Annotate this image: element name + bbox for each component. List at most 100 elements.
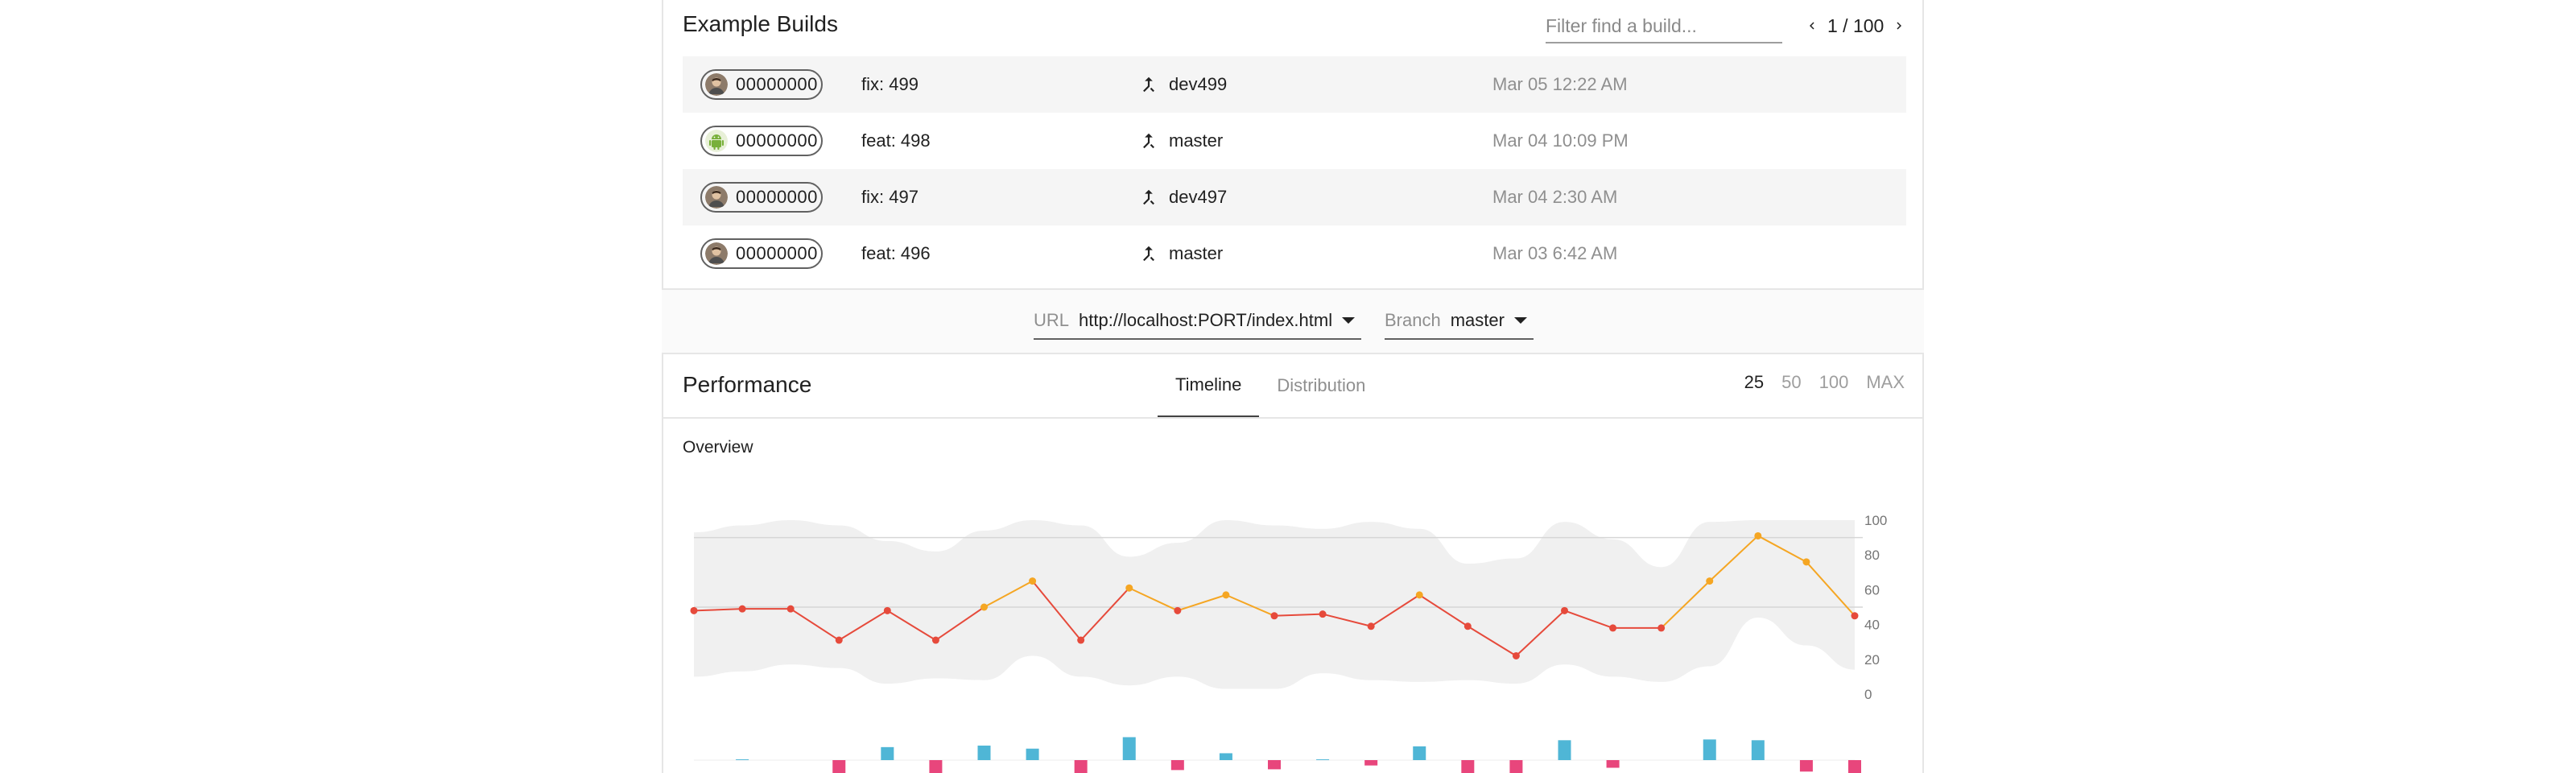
data-point [1270, 612, 1278, 620]
data-point [1657, 624, 1666, 632]
data-point [1463, 622, 1472, 630]
build-row[interactable]: 00000000 feat: 496 master Mar 03 6:42 AM [683, 225, 1906, 282]
delta-bar [881, 746, 894, 760]
user-avatar [705, 186, 728, 209]
build-row[interactable]: 00000000 feat: 498 master Mar 04 10:09 P… [683, 113, 1906, 169]
url-select-label: URL [1034, 310, 1070, 330]
commit-chip[interactable]: 00000000 [700, 182, 823, 213]
delta-bar [1509, 760, 1523, 773]
url-select[interactable]: URL http://localhost:PORT/index.html [1034, 303, 1362, 340]
confidence-band [694, 520, 1855, 689]
data-point [931, 636, 939, 644]
build-row[interactable]: 00000000 fix: 499 dev499 Mar 05 12:22 AM [683, 56, 1906, 113]
delta-bar [1413, 746, 1426, 760]
merge-branch-icon [1143, 189, 1154, 205]
performance-title: Performance [683, 372, 812, 397]
user-avatar [705, 130, 728, 152]
chevron-right-icon [1897, 22, 1902, 30]
delta-bar [1268, 760, 1281, 770]
data-point [1125, 584, 1133, 592]
commit-hash: 00000000 [736, 130, 818, 151]
branch-cell: master [1138, 243, 1223, 264]
page-indicator: 1 / 100 [1827, 14, 1885, 36]
merge-branch-icon [1143, 133, 1154, 149]
builds-pager: 1 / 100 [1802, 13, 1909, 39]
data-point [1029, 577, 1037, 585]
person-avatar-icon [705, 186, 728, 209]
branch-name: dev499 [1169, 74, 1228, 94]
data-point [980, 603, 988, 611]
delta-bar [1122, 737, 1136, 760]
commit-message: fix: 499 [861, 74, 919, 94]
chevron-left-icon [1810, 22, 1814, 30]
commit-message: fix: 497 [861, 187, 919, 207]
delta-bar [1751, 740, 1765, 760]
data-point [786, 605, 795, 613]
data-point [690, 606, 698, 614]
commit-chip[interactable]: 00000000 [700, 69, 823, 100]
branch-select[interactable]: Branch master [1385, 303, 1534, 340]
range-option-max[interactable]: MAX [1866, 372, 1905, 393]
range-option-50[interactable]: 50 [1781, 372, 1801, 393]
previous-page-button[interactable] [1802, 13, 1823, 39]
data-point [1222, 591, 1230, 599]
y-tick-label: 80 [1864, 548, 1880, 563]
delta-bar [977, 745, 991, 760]
delta-bar [929, 760, 943, 773]
user-avatar [705, 73, 728, 96]
merge-branch-icon [1143, 76, 1154, 93]
branch-cell: master [1138, 130, 1223, 151]
range-selector: 25 50 100 MAX [1744, 372, 1905, 393]
data-point [1415, 591, 1423, 599]
delta-bar [1799, 760, 1813, 772]
build-row[interactable]: 00000000 fix: 497 dev497 Mar 04 2:30 AM [683, 169, 1906, 225]
build-timestamp: Mar 04 10:09 PM [1492, 130, 1629, 151]
overview-chart: 100 80 60 40 20 0 [690, 513, 1887, 773]
delta-bar [1219, 753, 1232, 760]
delta-bar [1703, 739, 1716, 760]
page: Example Builds 1 / 100 00000 [0, 0, 2576, 773]
delta-bar [1558, 740, 1571, 760]
data-point [1512, 651, 1520, 659]
commit-chip[interactable]: 00000000 [700, 126, 823, 156]
tab-distribution[interactable]: Distribution [1259, 354, 1383, 417]
url-select-value: http://localhost:PORT/index.html [1079, 310, 1333, 330]
data-point [835, 636, 843, 644]
delta-bar [832, 760, 846, 773]
delta-bar [1170, 760, 1184, 771]
build-timestamp: Mar 05 12:22 AM [1492, 74, 1628, 94]
person-avatar-icon [705, 73, 728, 96]
commit-chip[interactable]: 00000000 [700, 238, 823, 269]
y-tick-label: 0 [1864, 687, 1872, 702]
data-point [1367, 622, 1375, 630]
range-option-100[interactable]: 100 [1819, 372, 1849, 393]
user-avatar [705, 242, 728, 265]
commit-hash: 00000000 [736, 187, 818, 207]
data-point [1319, 610, 1327, 618]
data-point [1561, 606, 1568, 614]
merge-branch-icon [1143, 246, 1154, 262]
data-point [1706, 577, 1714, 585]
build-timestamp: Mar 03 6:42 AM [1492, 243, 1618, 263]
data-point [883, 606, 891, 614]
next-page-button[interactable] [1889, 13, 1909, 39]
dropdown-arrow-icon [1513, 317, 1527, 324]
data-point [1077, 636, 1085, 644]
build-filter-input[interactable] [1546, 11, 1782, 40]
branch-name: master [1169, 243, 1224, 263]
branch-select-label: Branch [1385, 310, 1441, 330]
delta-bar [1364, 760, 1378, 766]
branch-cell: dev497 [1138, 187, 1227, 208]
tab-timeline[interactable]: Timeline [1158, 354, 1260, 417]
build-filter-field[interactable] [1546, 11, 1782, 43]
y-tick-label: 60 [1864, 582, 1880, 597]
commit-hash: 00000000 [736, 243, 818, 263]
y-tick-label: 100 [1864, 513, 1887, 528]
delta-bar [1074, 760, 1088, 773]
dropdown-arrow-icon [1342, 317, 1356, 324]
branch-select-value: master [1450, 310, 1505, 330]
performance-card: Performance Timeline Distribution 25 50 … [662, 353, 1924, 773]
android-avatar-icon [705, 130, 728, 152]
tabs-divider [663, 417, 1922, 419]
range-option-25[interactable]: 25 [1744, 372, 1764, 393]
